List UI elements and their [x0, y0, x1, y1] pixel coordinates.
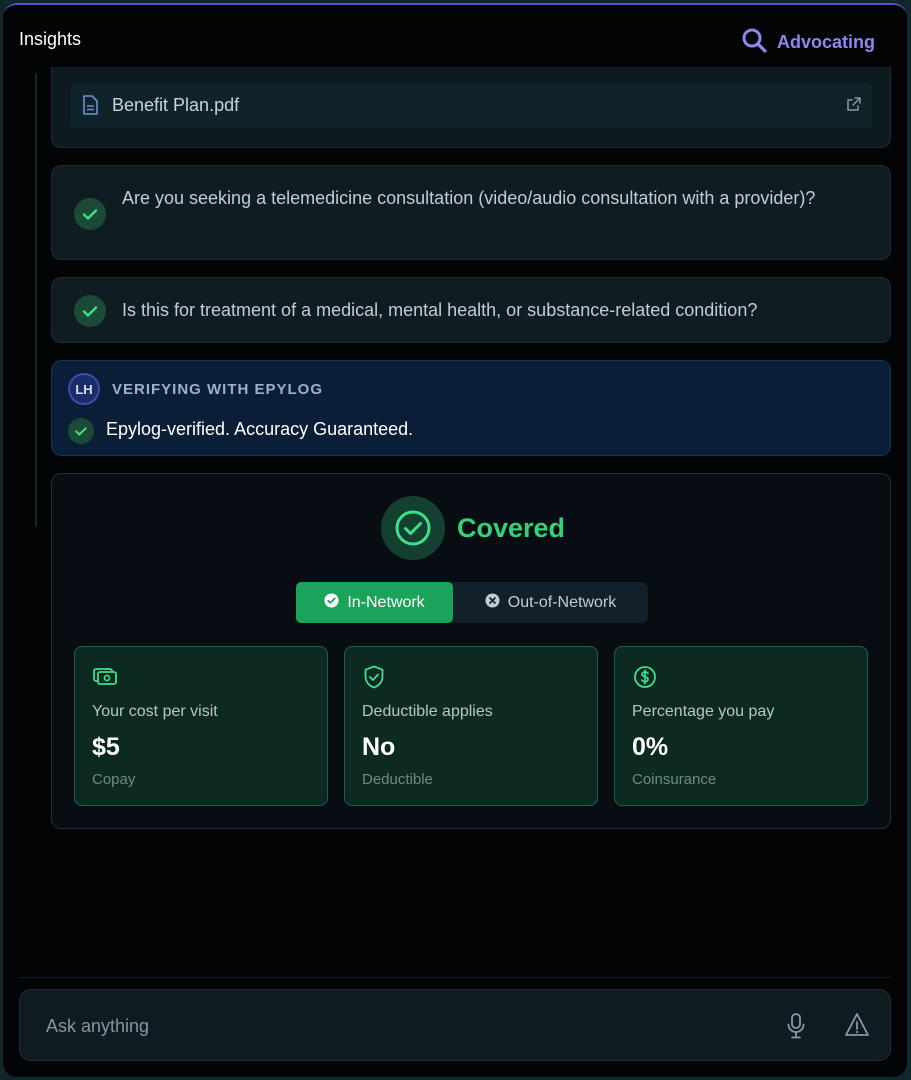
tab-in-network-label: In-Network — [347, 593, 425, 611]
verification-message: Epylog-verified. Accuracy Guaranteed. — [106, 419, 414, 439]
microphone-icon[interactable] — [786, 1012, 806, 1045]
coverage-result-card: Covered In-Network Out-of-Network Your c… — [51, 473, 891, 829]
tab-out-of-network-label: Out-of-Network — [507, 593, 617, 611]
tab-in-network[interactable]: In-Network — [296, 582, 453, 623]
stat-card-copay: Your cost per visit $5 Copay — [74, 646, 328, 806]
stat-label: Deductible applies — [362, 703, 493, 720]
check-icon — [74, 198, 106, 230]
stat-card-coinsurance: Percentage you pay 0% Coinsurance — [614, 646, 868, 806]
stat-label: Your cost per visit — [92, 703, 218, 720]
stat-value: $5 — [92, 733, 120, 761]
cash-icon — [93, 665, 117, 690]
question-card: Is this for treatment of a medical, ment… — [51, 277, 891, 343]
attachment-card: Benefit Plan.pdf — [51, 67, 891, 148]
question-card: Are you seeking a telemedicine consultat… — [51, 165, 891, 260]
verification-card: LH VERIFYING WITH EPYLOG Epylog-verified… — [51, 360, 891, 456]
send-icon[interactable] — [844, 1012, 870, 1043]
check-icon — [74, 295, 106, 327]
ask-input[interactable] — [46, 1010, 766, 1042]
dollar-circle-icon — [633, 665, 657, 694]
document-icon — [82, 95, 98, 120]
search-icon — [741, 27, 767, 58]
covered-check-icon — [381, 496, 445, 560]
stat-card-deductible: Deductible applies No Deductible — [344, 646, 598, 806]
status-label: Advocating — [776, 32, 875, 52]
external-link-icon[interactable] — [846, 96, 862, 117]
coverage-status: Covered — [457, 513, 566, 543]
stat-caption: Deductible — [362, 771, 433, 788]
app-window: Insights Advocating Benefit Plan.pdf Are… — [3, 3, 907, 1077]
shield-check-icon — [363, 665, 385, 694]
stat-value: 0% — [632, 733, 669, 761]
composer-divider — [19, 977, 891, 978]
question-text: Are you seeking a telemedicine consultat… — [122, 188, 816, 208]
top-bar: Insights Advocating — [3, 5, 907, 73]
check-icon — [68, 418, 94, 444]
attachment-file-name: Benefit Plan.pdf — [112, 95, 240, 115]
check-circle-icon — [324, 592, 339, 613]
page-title: Insights — [19, 29, 82, 49]
stat-caption: Copay — [92, 771, 136, 788]
advocating-status[interactable]: Advocating — [741, 27, 875, 58]
stat-caption: Coinsurance — [632, 771, 717, 788]
avatar: LH — [68, 373, 100, 405]
stat-label: Percentage you pay — [632, 703, 775, 720]
verification-heading: VERIFYING WITH EPYLOG — [112, 381, 324, 398]
attachment-file[interactable]: Benefit Plan.pdf — [70, 83, 872, 128]
thread-line — [35, 73, 37, 527]
composer — [19, 989, 891, 1061]
stat-value: No — [362, 733, 396, 761]
question-text: Is this for treatment of a medical, ment… — [122, 300, 758, 320]
x-circle-icon — [485, 592, 500, 613]
tab-out-of-network[interactable]: Out-of-Network — [453, 585, 648, 620]
network-toggle: In-Network Out-of-Network — [296, 582, 648, 623]
